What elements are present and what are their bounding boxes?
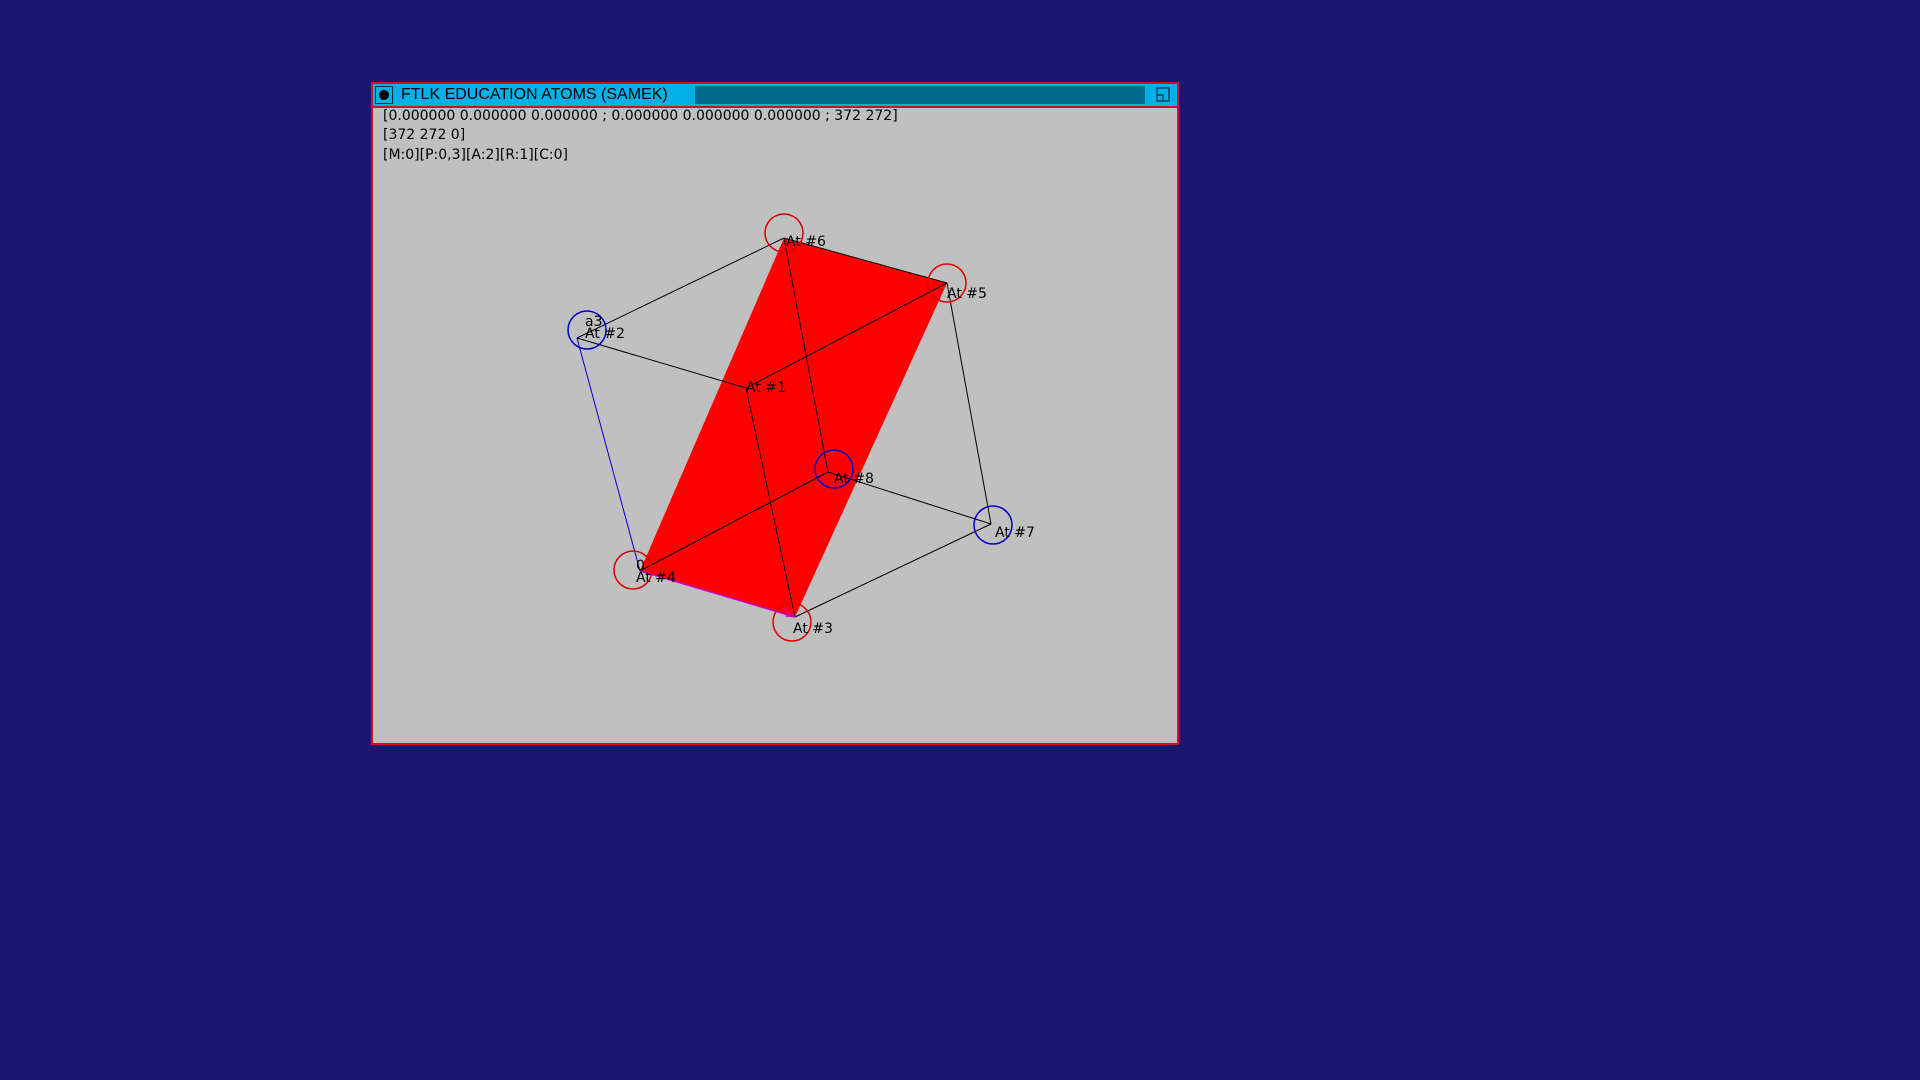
atom-4-label: At #4 bbox=[636, 570, 676, 586]
viewport-area[interactable]: [0.000000 0.000000 0.000000 ; 0.000000 0… bbox=[373, 108, 1177, 743]
cut-plane bbox=[640, 238, 947, 617]
atom-5-label: At #5 bbox=[947, 286, 987, 302]
atom-7-label: At #7 bbox=[995, 525, 1035, 541]
window-menu-button[interactable] bbox=[375, 86, 393, 104]
title-bar-fill bbox=[695, 86, 1145, 104]
app-window[interactable]: FTLK EDUCATION ATOMS (SAMEK) [0.000000 0… bbox=[371, 82, 1179, 745]
atom-1-label: At #1 bbox=[746, 380, 786, 396]
desktop: FTLK EDUCATION ATOMS (SAMEK) [0.000000 0… bbox=[0, 0, 1920, 1080]
molecule-view[interactable]: At #6 At #5 a3 At #2 At #1 At #8 At #7 0… bbox=[373, 108, 1177, 743]
atom-3-label: At #3 bbox=[793, 621, 833, 637]
atom-6-label: At #6 bbox=[786, 234, 826, 250]
title-bar[interactable]: FTLK EDUCATION ATOMS (SAMEK) bbox=[373, 84, 1177, 108]
edge bbox=[576, 337, 747, 389]
atom-2-label: At #2 bbox=[585, 326, 625, 342]
axis-edge bbox=[576, 337, 641, 572]
maximize-button[interactable] bbox=[1153, 86, 1173, 104]
window-title: FTLK EDUCATION ATOMS (SAMEK) bbox=[401, 86, 668, 103]
circle-dot-icon bbox=[379, 90, 389, 100]
maximize-icon bbox=[1156, 87, 1170, 102]
edge bbox=[946, 282, 992, 525]
atom-8-label: At #8 bbox=[834, 471, 874, 487]
